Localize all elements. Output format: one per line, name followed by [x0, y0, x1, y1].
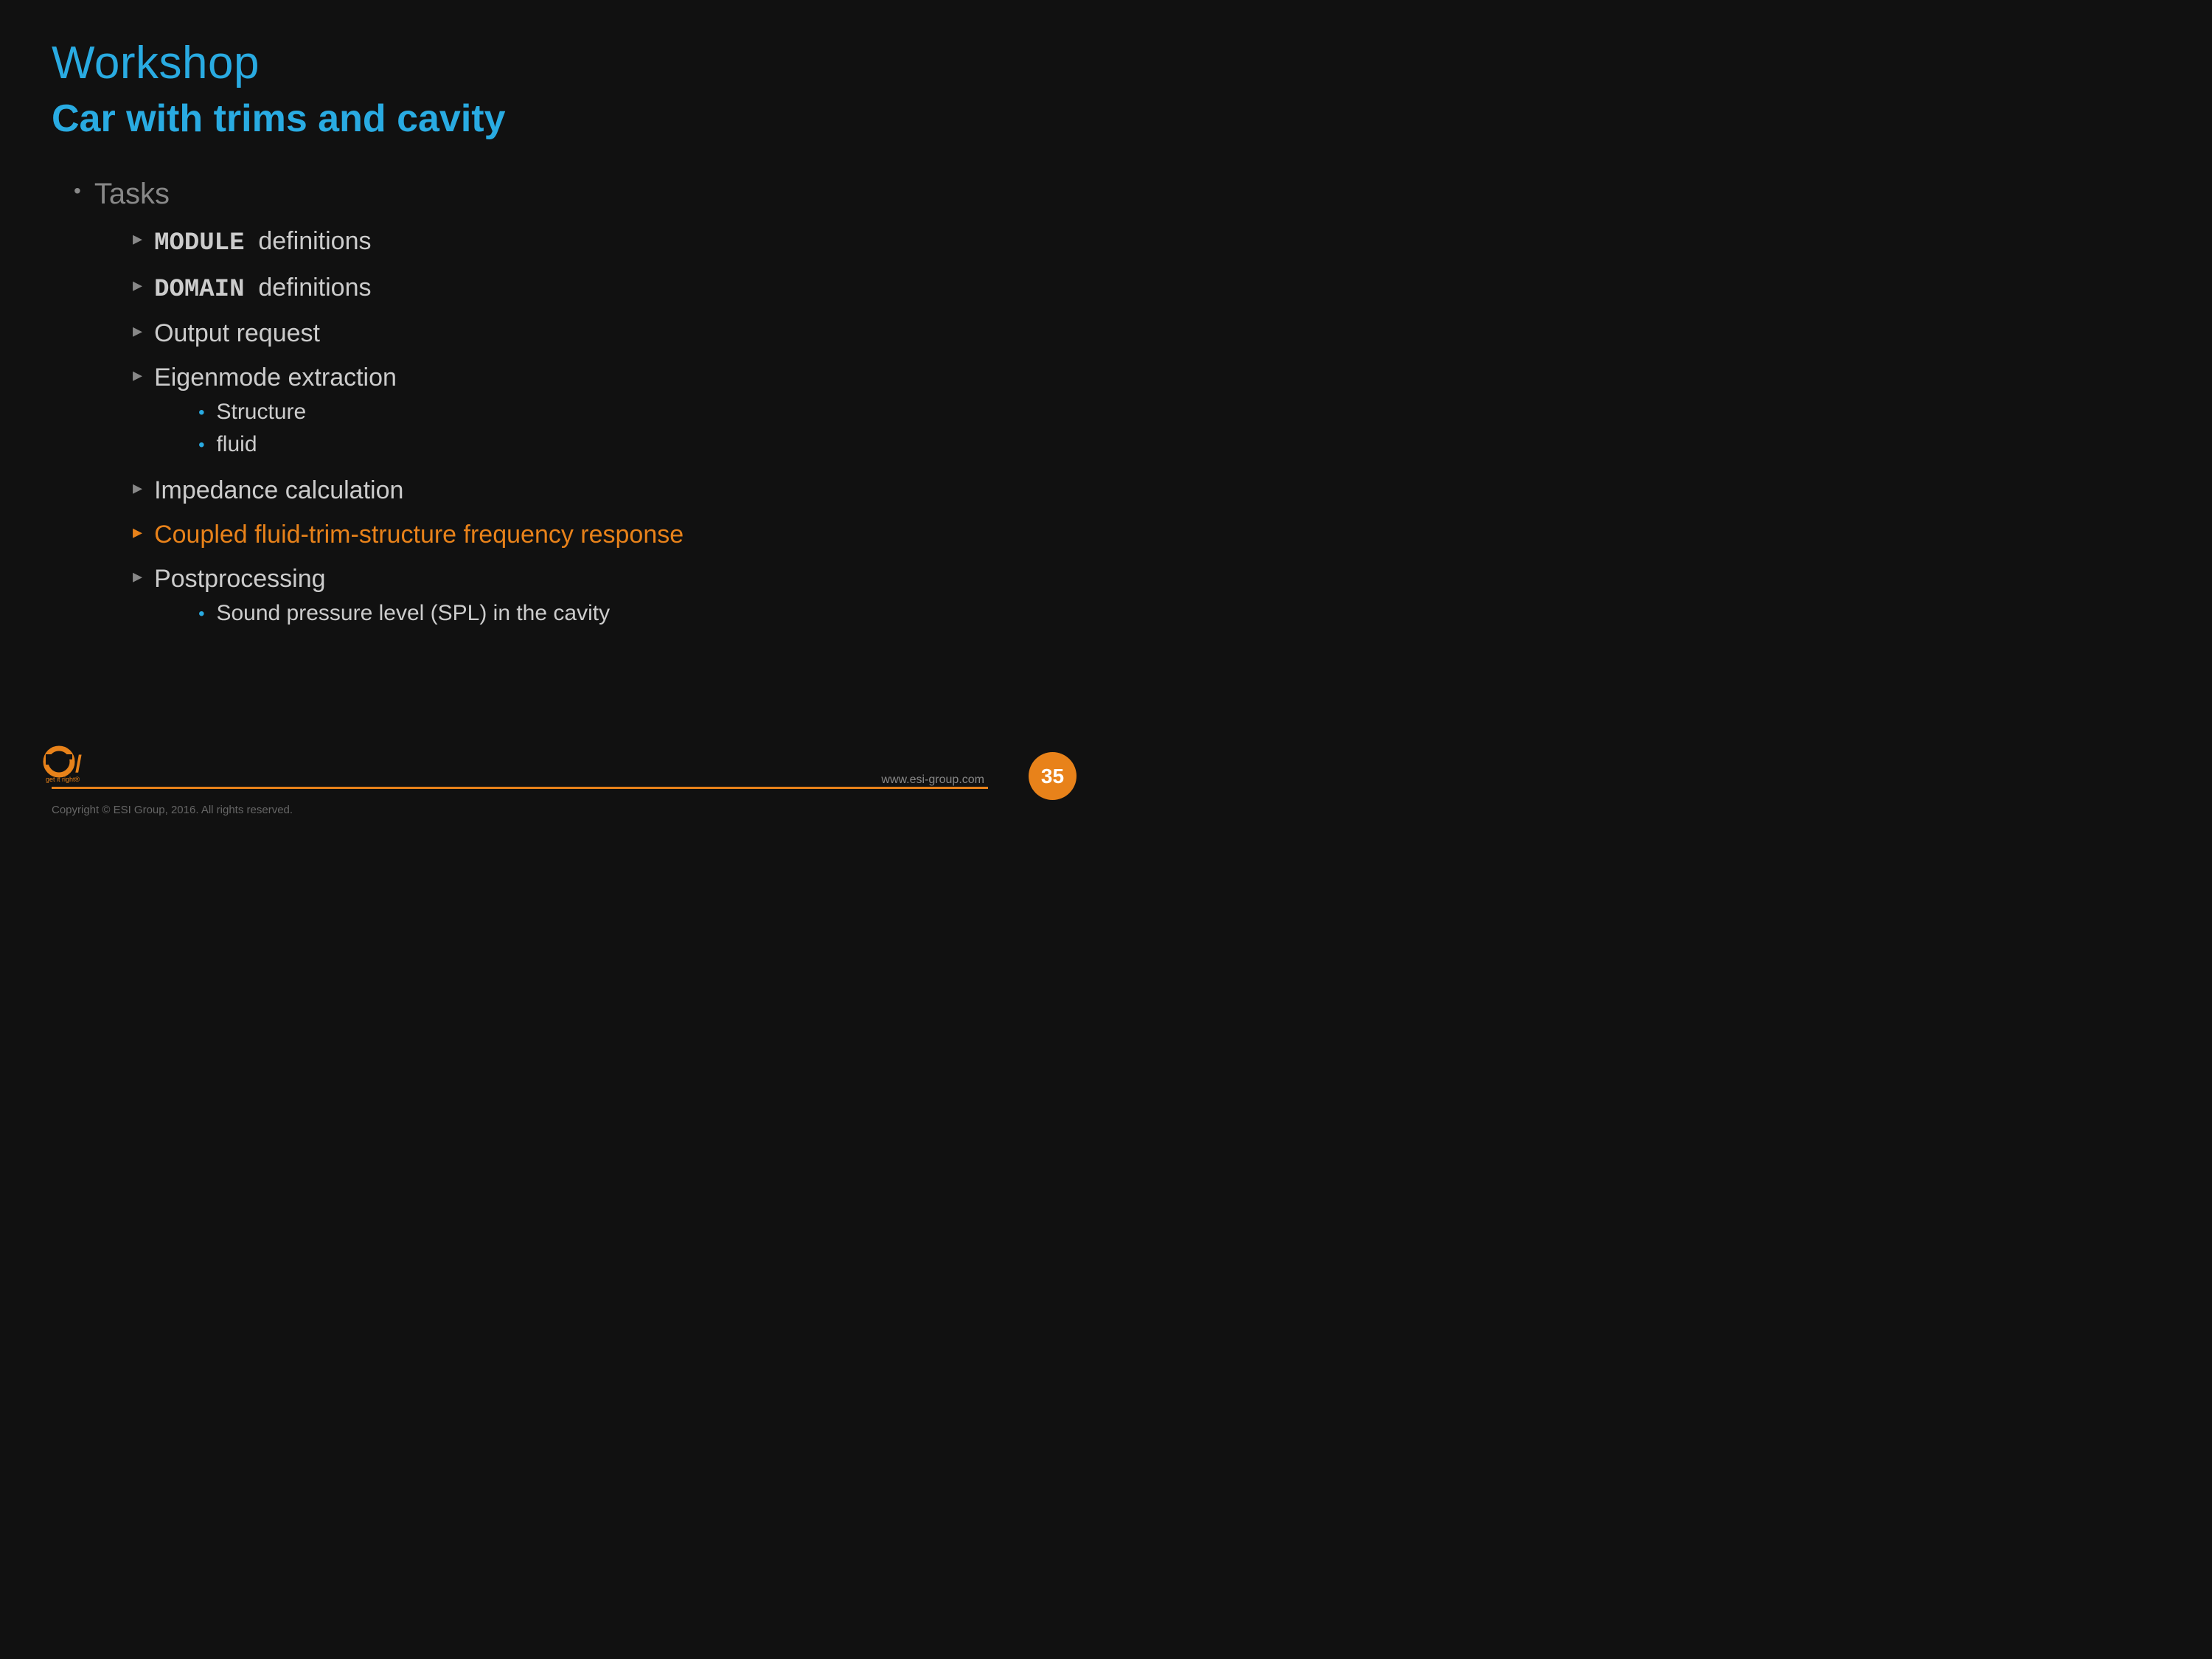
slide: Workshop Car with trims and cavity • Tas… [0, 0, 1106, 830]
svg-text:get it right®: get it right® [46, 776, 80, 783]
nested-dot-icon: • [198, 437, 204, 454]
list-item: ▸ Impedance calculation [133, 473, 1054, 509]
domain-keyword: DOMAIN [154, 276, 244, 304]
list-item: ▸ DOMAIN definitions [133, 271, 1054, 308]
list-item: • Structure [198, 400, 397, 425]
domain-item-text: DOMAIN definitions [154, 271, 371, 308]
eigenmode-item-text: Eigenmode extraction [154, 364, 397, 392]
esi-logo: / get it right® [37, 741, 103, 785]
page-number-badge: 35 [1029, 752, 1077, 800]
module-keyword: MODULE [154, 229, 244, 257]
list-item: ▸ Eigenmode extraction • Structure • flu… [133, 361, 1054, 465]
slide-title: Workshop [52, 37, 1054, 89]
top-bullet-tasks: • Tasks [74, 178, 1054, 211]
footer-line [52, 787, 988, 789]
impedance-item-text: Impedance calculation [154, 473, 403, 509]
module-item-text: MODULE definitions [154, 224, 371, 262]
arrow-icon: ▸ [133, 522, 142, 541]
slide-subtitle: Car with trims and cavity [52, 97, 1054, 141]
svg-text:/: / [75, 751, 82, 777]
tasks-label: Tasks [94, 178, 170, 211]
nested-items: • Sound pressure level (SPL) in the cavi… [154, 601, 610, 626]
arrow-icon: ▸ [133, 275, 142, 294]
coupled-item-text: Coupled fluid-trim-structure frequency r… [154, 518, 684, 553]
arrow-icon: ▸ [133, 365, 142, 384]
bullet-dot-tasks: • [74, 181, 81, 201]
nested-dot-icon: • [198, 605, 204, 623]
nested-dot-icon: • [198, 404, 204, 422]
postprocessing-item-text: Postprocessing [154, 565, 325, 593]
copyright-text: Copyright © ESI Group, 2016. All rights … [52, 804, 293, 816]
sub-items-list: ▸ MODULE definitions ▸ DOMAIN definition… [74, 224, 1054, 633]
arrow-icon: ▸ [133, 321, 142, 340]
list-item: • Sound pressure level (SPL) in the cavi… [198, 601, 610, 626]
list-item: ▸ Postprocessing • Sound pressure level … [133, 562, 1054, 634]
list-item: • fluid [198, 432, 397, 457]
fluid-text: fluid [216, 432, 257, 457]
list-item: ▸ Coupled fluid-trim-structure frequency… [133, 518, 1054, 553]
output-item-text: Output request [154, 316, 320, 352]
arrow-icon: ▸ [133, 229, 142, 248]
nested-items: • Structure • fluid [154, 400, 397, 457]
spl-text: Sound pressure level (SPL) in the cavity [216, 601, 610, 626]
content-area: • Tasks ▸ MODULE definitions ▸ DOMAIN de… [52, 178, 1054, 633]
list-item: ▸ Output request [133, 316, 1054, 352]
footer: / get it right® www.esi-group.com 35 Cop… [0, 771, 1106, 830]
structure-text: Structure [216, 400, 306, 425]
list-item: ▸ MODULE definitions [133, 224, 1054, 262]
arrow-icon: ▸ [133, 566, 142, 585]
footer-url: www.esi-group.com [881, 773, 984, 787]
arrow-icon: ▸ [133, 478, 142, 497]
